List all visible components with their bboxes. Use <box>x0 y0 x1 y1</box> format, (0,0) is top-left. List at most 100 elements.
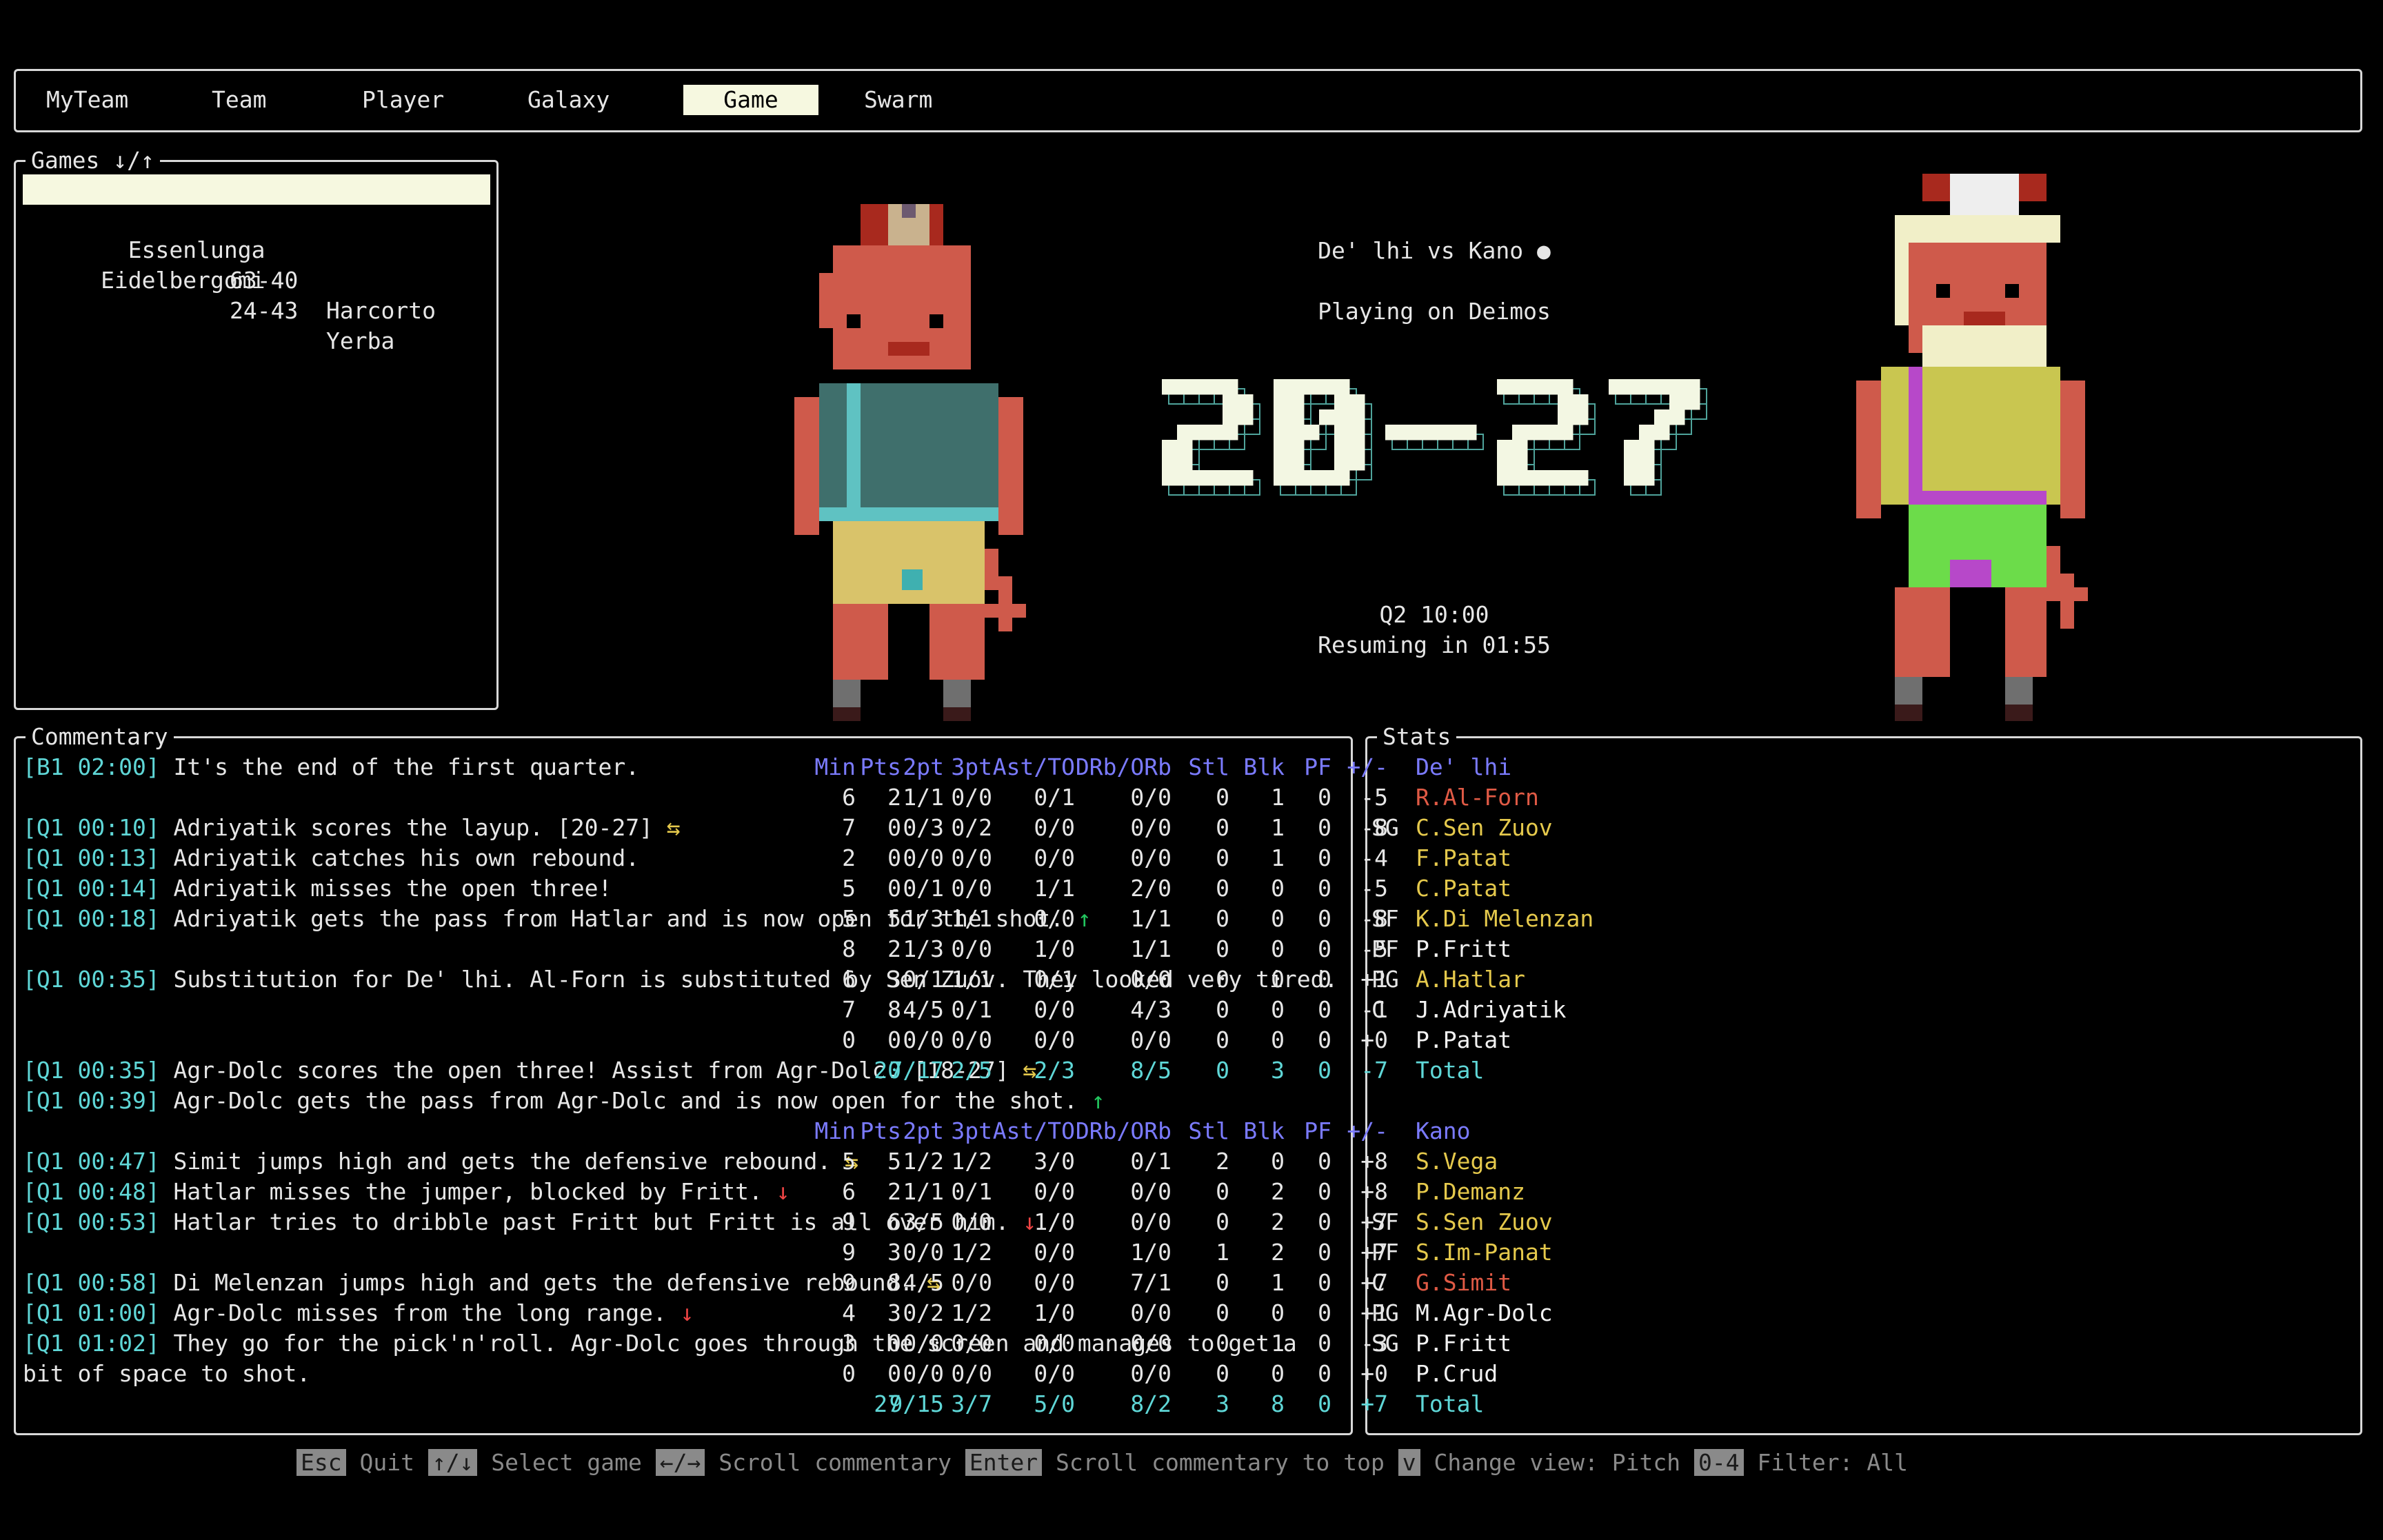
score-digit-pixel <box>1512 379 1528 395</box>
score-digit-pixel <box>1542 379 1558 395</box>
game-home-team: Eidelbergomi <box>101 267 265 294</box>
score-digit-pixel <box>1639 379 1655 395</box>
player-name[interactable]: A.Hatlar <box>1416 964 1525 995</box>
player-name[interactable]: R.Al-Forn <box>1416 782 1539 813</box>
team-total-row: Total 27 9/15 3/7 5/0 8/2 3 8 0 +7 <box>874 1389 2357 1419</box>
score-digit-pixel <box>1558 409 1573 425</box>
tab-player[interactable]: Player <box>347 85 459 115</box>
player-name[interactable]: J.Adriyatik <box>1416 995 1567 1025</box>
score-digit-pixel <box>1349 409 1365 425</box>
away-player-sprite <box>1856 174 2088 721</box>
score-digit-pixel <box>1274 455 1289 471</box>
player-name[interactable]: P.Patat <box>1416 1025 1511 1055</box>
score-digit-pixel <box>1497 470 1513 486</box>
game-away-team: Kano <box>326 267 381 294</box>
commentary-title: Commentary <box>26 722 174 752</box>
game-score: 24-43 <box>230 297 299 324</box>
stats-header-row: Kano Min Pts 2pt 3pt Ast/TO DRb/ORb Stl Blk PF +/- <box>814 1116 2357 1146</box>
player-name[interactable]: F.Patat <box>1416 843 1511 873</box>
score-digit-pixel <box>1289 409 1305 425</box>
player-name[interactable]: G.Simit <box>1416 1268 1511 1298</box>
stat-value: +0 <box>1360 1360 1388 1387</box>
player-name[interactable]: P.Fritt <box>1416 934 1511 964</box>
resume-timer: Resuming in 01:55 <box>1318 631 1551 658</box>
commentary-timestamp: [Q1 00:48] <box>23 1178 160 1205</box>
stats-title: Stats <box>1377 722 1457 752</box>
tab-bar: MyTeam Team Player Galaxy Game Swarm <box>14 69 2362 132</box>
score-digit-pixel <box>1558 394 1573 410</box>
score-digit-pixel <box>1162 440 1178 456</box>
score-digit-pixel <box>1334 379 1350 395</box>
score-digit-pixel <box>1349 440 1365 456</box>
player-name[interactable]: M.Agr-Dolc <box>1416 1298 1553 1328</box>
score-digit-pixel <box>1685 394 1700 410</box>
score-digit-pixel <box>1639 470 1655 486</box>
key-hint-key: v <box>1398 1449 1420 1476</box>
score-digit-pixel <box>1177 379 1193 395</box>
player-stat-row: S.Vega 5 5 1/2 1/2 3/0 0/1 2 0 0 +8 <box>842 1146 2357 1177</box>
commentary-timestamp: [Q1 01:02] <box>23 1330 160 1357</box>
score-digit-pixel <box>1177 440 1193 456</box>
player-name[interactable]: S.Sen Zuov <box>1416 1207 1553 1237</box>
player-stat-row: SG C.Sen Zuov 7 0 0/3 0/2 0/0 0/0 0 1 0 -8 <box>842 813 2357 843</box>
score-digit-pixel <box>1685 379 1700 395</box>
commentary-line: [Q1 00:39] Agr-Dolc gets the pass from A… <box>23 1086 1347 1116</box>
player-name[interactable]: K.Di Melenzan <box>1416 904 1593 934</box>
score-digit-pixel <box>1349 394 1365 410</box>
tab-myteam[interactable]: MyTeam <box>31 85 143 115</box>
score-digit-pixel <box>1385 425 1401 440</box>
score-digit-pixel <box>1319 470 1335 486</box>
score-digit-pixel <box>1274 440 1289 456</box>
score-digit-pixel <box>1238 470 1254 486</box>
tab-game[interactable]: Game <box>683 85 818 115</box>
score-digit-pixel <box>1654 425 1670 440</box>
stat-value: +7 <box>1360 1239 1388 1266</box>
score-digit-pixel <box>1527 379 1543 395</box>
total-label: Total <box>1416 1057 1485 1084</box>
player-name[interactable]: P.Fritt <box>1416 1328 1511 1359</box>
score-digit-pixel <box>1177 455 1193 471</box>
score-digit-pixel <box>1334 440 1350 456</box>
score-digit-pixel <box>1177 470 1193 486</box>
game-row[interactable]: De' lhi 20-27 Kano <box>23 174 490 294</box>
score-digit-pixel <box>1639 440 1655 456</box>
team-total-row: Total 20 7/17 2/5 2/3 8/5 0 3 0 -7 <box>874 1055 2357 1086</box>
match-venue: Playing on Deimos <box>1318 298 1551 325</box>
game-row[interactable]: Eidelbergomi 24-43 Yerba <box>23 235 490 354</box>
stat-value: +8 <box>1360 1178 1388 1205</box>
score-digit-pixel <box>1542 425 1558 440</box>
player-name[interactable]: P.Crud <box>1416 1359 1498 1389</box>
score-digit-pixel <box>1304 425 1320 440</box>
player-name[interactable]: S.Im-Panat <box>1416 1237 1553 1268</box>
score-digit-pixel <box>1542 470 1558 486</box>
key-hint-key: 0-4 <box>1693 1449 1744 1476</box>
tab-team[interactable]: Team <box>197 85 281 115</box>
score-digit-pixel <box>1461 425 1477 440</box>
score-digit-pixel <box>1349 455 1365 471</box>
score-digit-pixel <box>1274 394 1289 410</box>
player-name[interactable]: C.Sen Zuov <box>1416 813 1553 843</box>
commentary-timestamp: [Q1 00:53] <box>23 1208 160 1235</box>
player-name[interactable]: C.Patat <box>1416 873 1511 904</box>
tab-swarm[interactable]: Swarm <box>849 85 947 115</box>
tab-galaxy[interactable]: Galaxy <box>512 85 625 115</box>
stat-value: -4 <box>1360 844 1388 871</box>
team-name: Kano <box>1416 1117 1471 1144</box>
stat-value: +1 <box>1360 966 1388 993</box>
stat-value: -1 <box>1360 996 1388 1023</box>
score-digit-pixel <box>1289 425 1305 440</box>
score-digit-pixel <box>1319 409 1335 425</box>
score-digit-pixel <box>1446 425 1462 440</box>
player-name[interactable]: P.Demanz <box>1416 1177 1525 1207</box>
total-label: Total <box>1416 1390 1485 1417</box>
commentary-timestamp: [Q1 00:58] <box>23 1269 160 1296</box>
commentary-timestamp: [Q1 00:35] <box>23 966 160 993</box>
game-row[interactable]: Essenlunga 63-40 Harcorto <box>23 205 490 324</box>
score-digit-pixel <box>1223 379 1238 395</box>
player-stat-row: C J.Adriyatik 7 8 4/5 0/1 0/0 4/3 0 0 0 -1 <box>842 995 2357 1025</box>
player-name[interactable]: S.Vega <box>1416 1146 1498 1177</box>
player-stat-row: P.Crud 0 0 0/0 0/0 0/0 0/0 0 0 0 +0 <box>842 1359 2357 1389</box>
score-digit-pixel <box>1669 409 1685 425</box>
score-digit-pixel <box>1238 394 1254 410</box>
score-digit-pixel <box>1527 425 1543 440</box>
